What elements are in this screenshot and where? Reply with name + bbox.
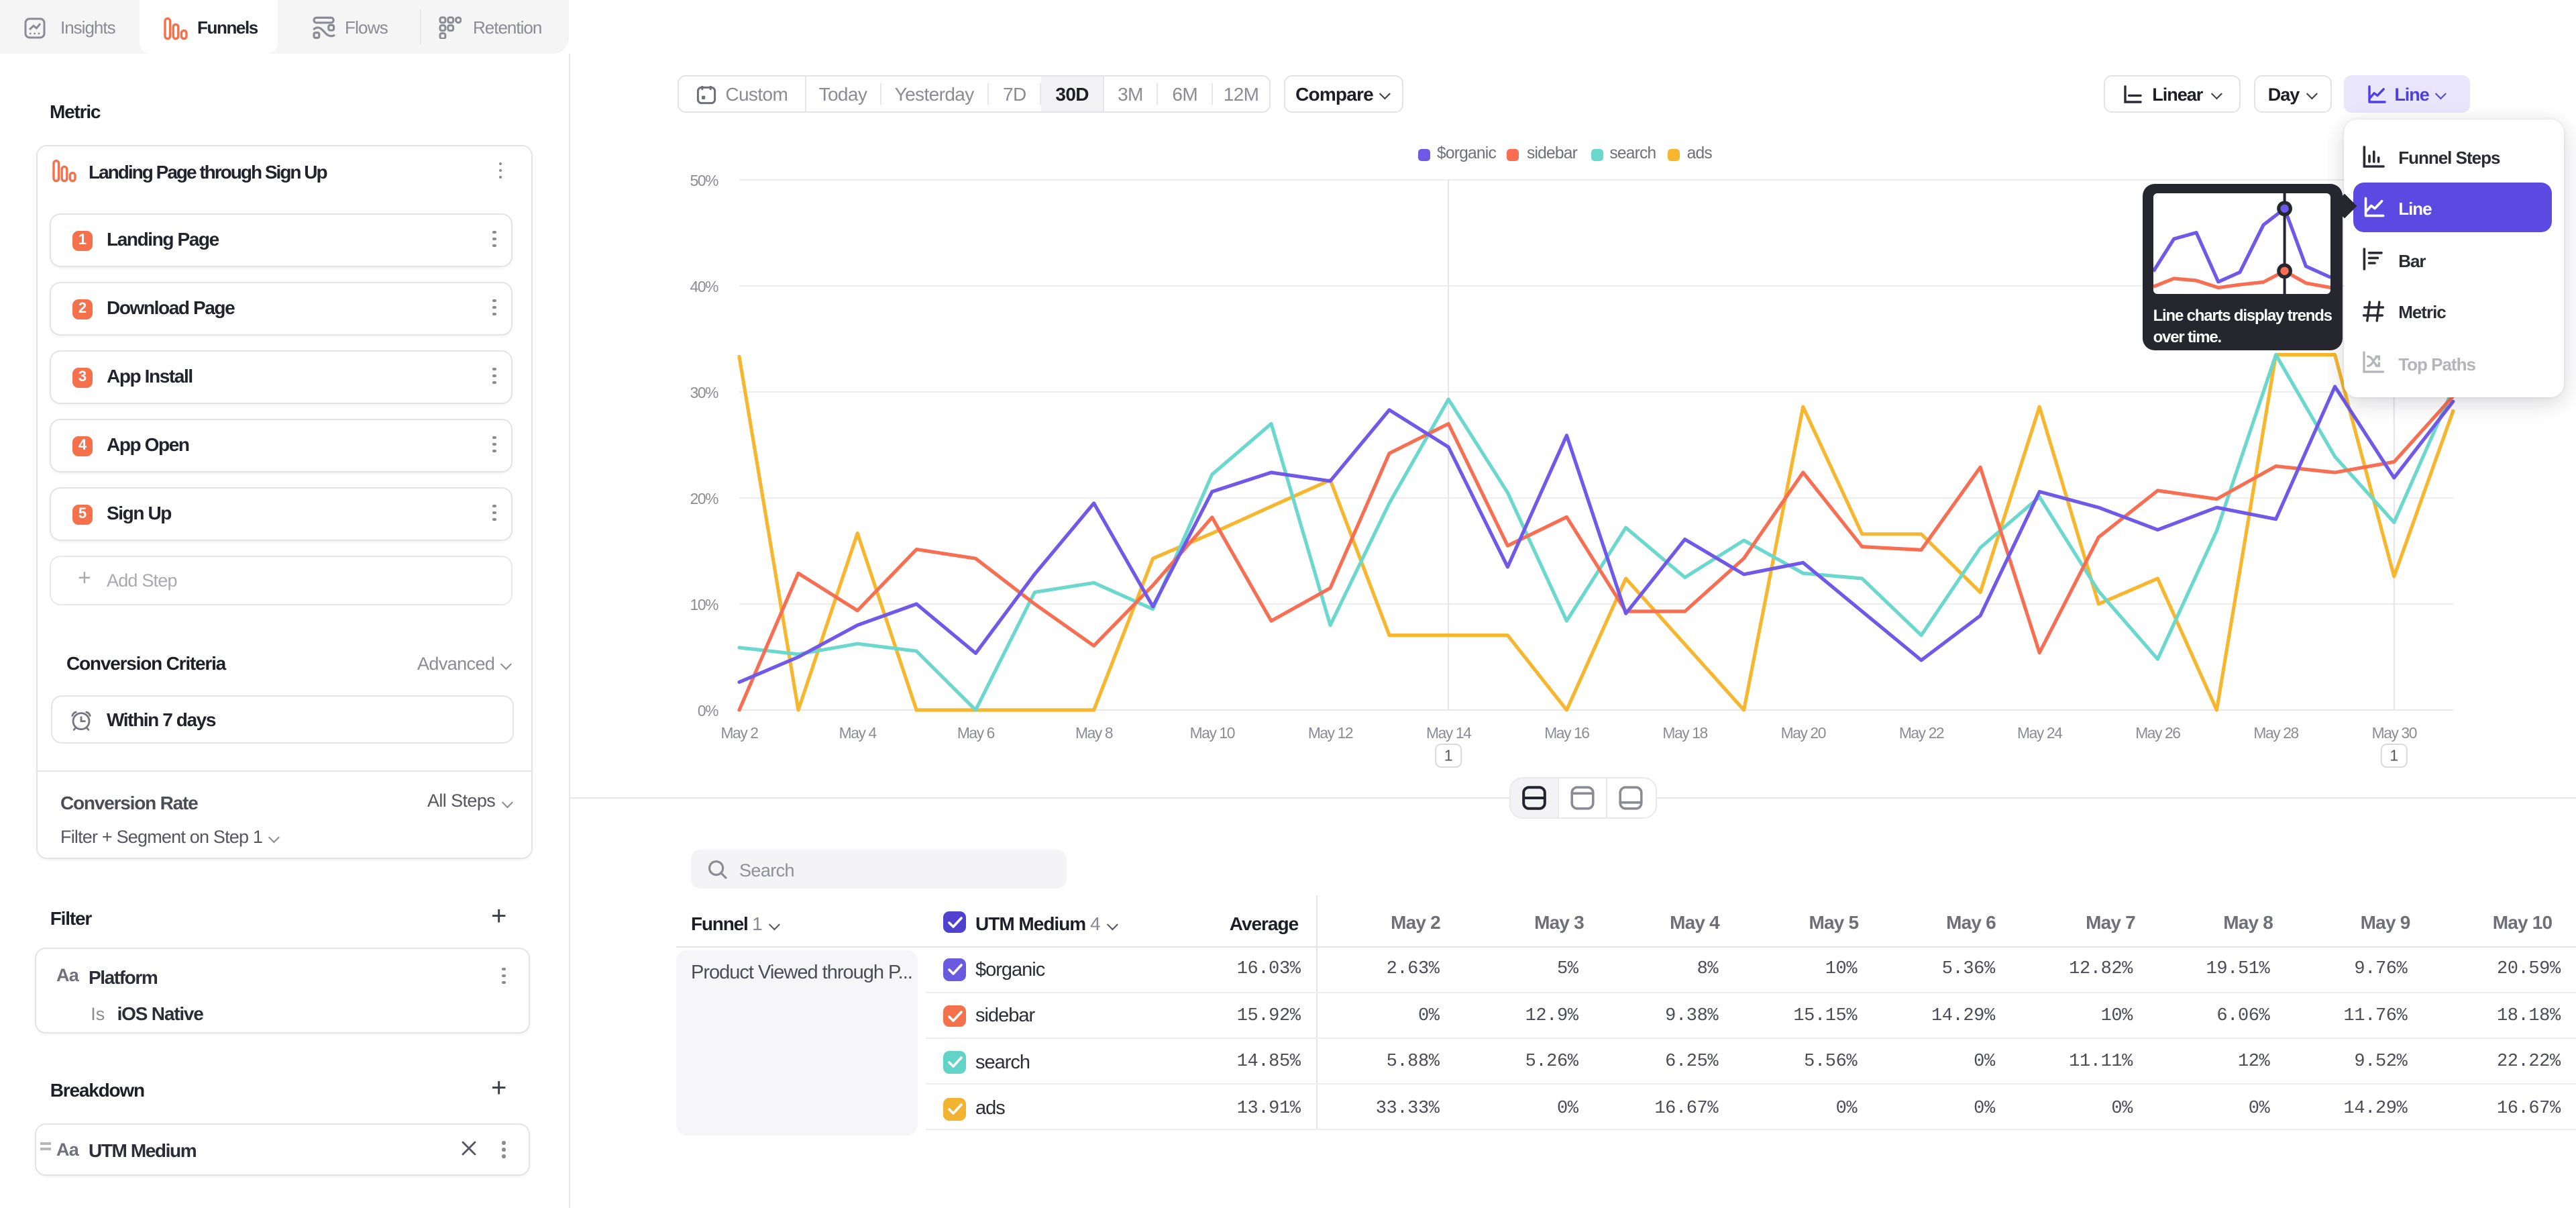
svg-text:May 4: May 4 xyxy=(839,724,877,742)
svg-text:20%: 20% xyxy=(690,490,719,507)
svg-text:May 8: May 8 xyxy=(1075,724,1113,742)
svg-text:1: 1 xyxy=(1444,747,1453,764)
svg-text:May 22: May 22 xyxy=(1899,724,1944,742)
svg-text:May 16: May 16 xyxy=(1544,724,1589,742)
svg-text:May 14: May 14 xyxy=(1426,724,1472,742)
svg-text:May 30: May 30 xyxy=(2372,724,2417,742)
svg-text:May 2: May 2 xyxy=(720,724,758,742)
svg-text:May 20: May 20 xyxy=(1781,724,1826,742)
svg-text:May 12: May 12 xyxy=(1308,724,1353,742)
svg-text:30%: 30% xyxy=(690,384,719,401)
svg-text:1: 1 xyxy=(2390,747,2398,764)
svg-text:40%: 40% xyxy=(690,278,719,295)
svg-text:50%: 50% xyxy=(690,172,719,189)
svg-text:0%: 0% xyxy=(698,702,718,719)
svg-text:May 6: May 6 xyxy=(957,724,995,742)
svg-text:May 18: May 18 xyxy=(1662,724,1707,742)
svg-text:May 28: May 28 xyxy=(2253,724,2298,742)
svg-text:10%: 10% xyxy=(690,596,719,613)
svg-text:May 24: May 24 xyxy=(2017,724,2063,742)
svg-text:May 10: May 10 xyxy=(1190,724,1235,742)
svg-text:May 26: May 26 xyxy=(2135,724,2180,742)
